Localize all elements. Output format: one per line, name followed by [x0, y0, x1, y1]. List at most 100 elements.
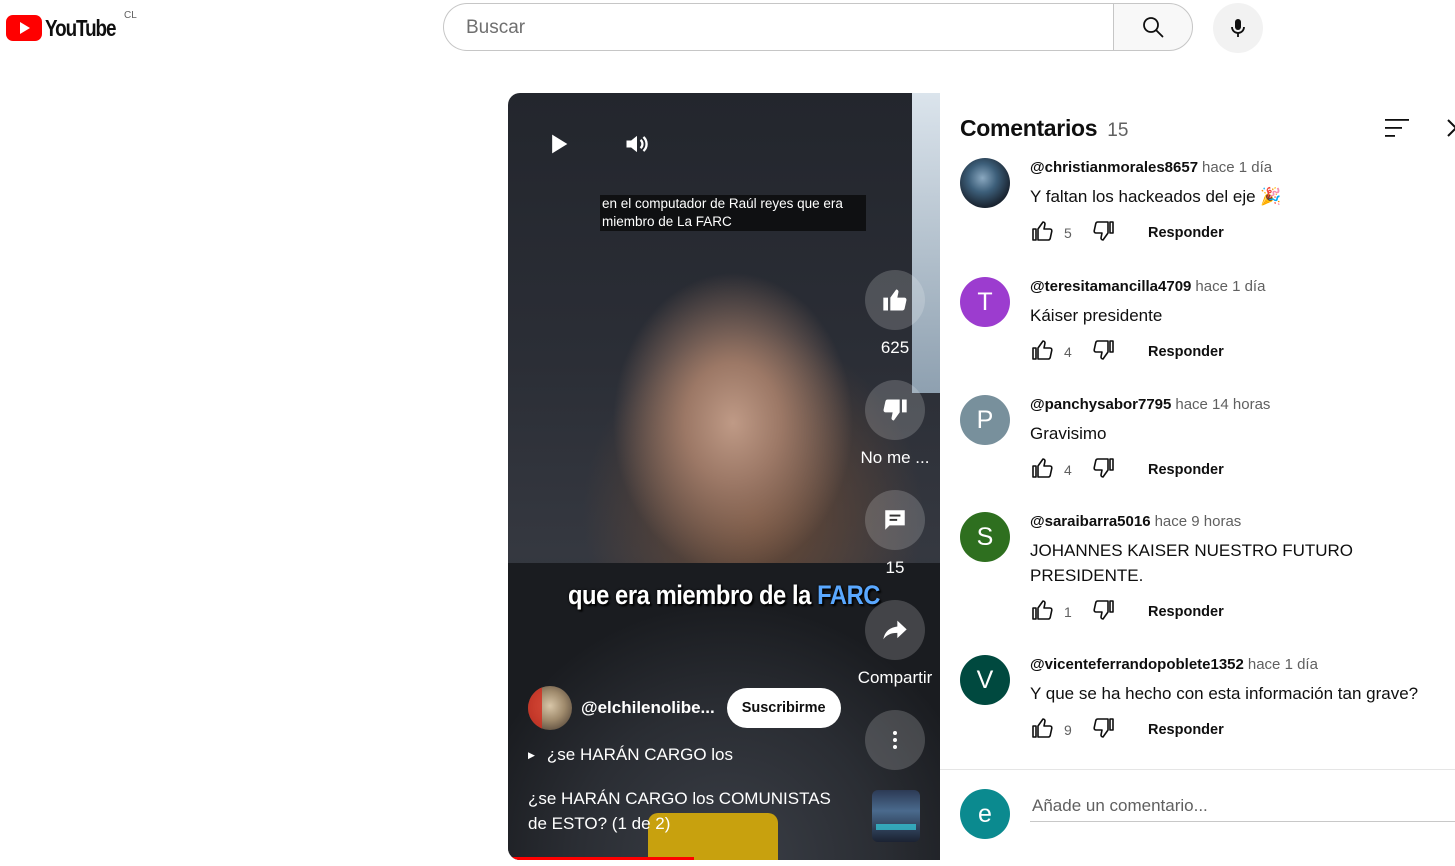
comment-body: @vicenteferrandopoblete1352 hace 1 día Y q…: [1030, 655, 1455, 742]
comment-time[interactable]: hace 1 día: [1202, 159, 1272, 176]
comment-actions: 1 Responder: [1030, 598, 1455, 627]
like-comment-icon: [1032, 599, 1053, 620]
comment-meta: @christianmorales8657 hace 1 día: [1030, 158, 1455, 178]
subtitle-text: que era miembro de la: [567, 580, 818, 610]
search-icon: [1143, 17, 1164, 38]
reply-button[interactable]: Responder: [1148, 225, 1224, 241]
comment-dislike-button[interactable]: [1092, 338, 1116, 367]
volume-button[interactable]: [622, 129, 652, 159]
comment-actions: 4 Responder: [1030, 338, 1455, 367]
comment-author[interactable]: @teresitamancilla4709: [1030, 278, 1191, 295]
video-caption-overlay: en el computador de Raúl reyes que era m…: [600, 195, 866, 231]
comment-author-avatar[interactable]: V: [960, 655, 1010, 705]
dislike-comment-icon: [1093, 717, 1114, 738]
comments-title: Comentarios: [960, 115, 1098, 141]
search-input[interactable]: [464, 4, 1088, 52]
play-button[interactable]: [544, 129, 572, 159]
like-comment-icon: [1032, 717, 1053, 738]
country-code: CL: [124, 10, 137, 21]
comment-author-avatar[interactable]: S: [960, 512, 1010, 562]
comments-panel: Comentarios 15 @christianmorales8657 hace…: [940, 93, 1455, 860]
search-box: [443, 3, 1113, 52]
comment-time[interactable]: hace 9 horas: [1155, 513, 1242, 530]
comment-author[interactable]: @panchysabor7795: [1030, 396, 1171, 413]
dislike-comment-icon: [1093, 339, 1114, 360]
video-progress-bar[interactable]: [508, 857, 694, 860]
comment-text: Y faltan los hackeados del eje 🎉: [1030, 187, 1282, 206]
share-icon: [883, 620, 907, 640]
channel-avatar[interactable]: [528, 686, 572, 730]
playlist-triangle-icon: ▶: [528, 749, 535, 760]
comment-author-avatar[interactable]: P: [960, 395, 1010, 445]
comment-text: Y que se ha hecho con esta información t…: [1030, 684, 1419, 703]
comment-meta: @saraibarra5016 hace 9 horas: [1030, 512, 1455, 532]
add-comment-row: e: [960, 789, 1455, 841]
comments-divider: [940, 769, 1455, 770]
thumbs-up-icon: [883, 289, 907, 311]
close-comments-button[interactable]: [1445, 117, 1455, 144]
comment-body: @saraibarra5016 hace 9 horas JOHANNES KAIS…: [1030, 512, 1455, 624]
comment-dislike-button[interactable]: [1092, 598, 1116, 627]
comments-header: Comentarios 15: [960, 115, 1128, 142]
voice-search-button[interactable]: [1213, 3, 1263, 53]
next-video-thumbnail[interactable]: [872, 790, 920, 842]
comment-count: 15: [885, 558, 905, 577]
like-count: 625: [880, 338, 910, 357]
dislike-comment-icon: [1093, 599, 1114, 620]
comment-author[interactable]: @christianmorales8657: [1030, 159, 1198, 176]
comment-text: Káiser presidente: [1030, 306, 1163, 325]
subscribe-button[interactable]: Suscribirme: [726, 688, 841, 728]
search-button[interactable]: [1113, 3, 1193, 51]
youtube-logo[interactable]: YouTube: [6, 12, 131, 44]
comment-time[interactable]: hace 14 horas: [1175, 396, 1270, 413]
comment-time[interactable]: hace 1 día: [1248, 656, 1318, 673]
dislike-button[interactable]: [865, 380, 925, 440]
dislike-label: No me ...: [860, 448, 930, 467]
comment-like-button[interactable]: [1030, 456, 1054, 485]
playlist-link[interactable]: ▶ ¿se HARÁN CARGO los: [528, 745, 733, 765]
like-comment-icon: [1032, 457, 1053, 478]
reply-button[interactable]: Responder: [1148, 604, 1224, 620]
comment-author[interactable]: @saraibarra5016: [1030, 513, 1151, 530]
comments-count: 15: [1107, 120, 1129, 141]
sort-comments-button[interactable]: [1384, 117, 1410, 144]
like-comment-icon: [1032, 339, 1053, 360]
comment-like-button[interactable]: [1030, 598, 1054, 627]
youtube-play-logo-icon: [6, 15, 42, 41]
comment-actions: 4 Responder: [1030, 456, 1455, 485]
more-actions-button[interactable]: [865, 710, 925, 770]
share-label: Compartir: [857, 668, 933, 687]
channel-row: @elchilenolibe... Suscribirme: [528, 686, 841, 730]
comment-meta: @panchysabor7795 hace 14 horas: [1030, 395, 1455, 415]
comment-like-button[interactable]: [1030, 219, 1054, 248]
shorts-video-player[interactable]: en el computador de Raúl reyes que era m…: [508, 93, 940, 860]
like-button[interactable]: [865, 270, 925, 330]
reply-button[interactable]: Responder: [1148, 722, 1224, 738]
like-comment-icon: [1032, 220, 1053, 241]
add-comment-input[interactable]: [1030, 791, 1455, 822]
channel-handle[interactable]: @elchilenolibe...: [581, 698, 715, 718]
comment-like-button[interactable]: [1030, 338, 1054, 367]
current-user-avatar: e: [960, 789, 1010, 839]
close-icon: [1447, 119, 1455, 137]
comment-author-avatar[interactable]: T: [960, 277, 1010, 327]
dislike-comment-icon: [1093, 220, 1114, 241]
comment-dislike-button[interactable]: [1092, 219, 1116, 248]
comment-dislike-button[interactable]: [1092, 456, 1116, 485]
reply-button[interactable]: Responder: [1148, 344, 1224, 360]
comment-time[interactable]: hace 1 día: [1195, 278, 1265, 295]
mic-icon: [1231, 19, 1245, 37]
comment-icon: [885, 510, 905, 530]
comment-like-button[interactable]: [1030, 716, 1054, 745]
subtitle-highlight: FARC: [817, 580, 881, 610]
comment-author-avatar[interactable]: [960, 158, 1010, 208]
reply-button[interactable]: Responder: [1148, 462, 1224, 478]
thumbs-down-icon: [883, 399, 907, 421]
play-icon: [552, 134, 568, 154]
comment-like-count: 9: [1064, 722, 1072, 738]
comment-author[interactable]: @vicenteferrandopoblete1352: [1030, 656, 1244, 673]
share-button[interactable]: [865, 600, 925, 660]
comments-button[interactable]: [865, 490, 925, 550]
comment-body: @teresitamancilla4709 hace 1 día Káiser pr…: [1030, 277, 1455, 364]
comment-dislike-button[interactable]: [1092, 716, 1116, 745]
